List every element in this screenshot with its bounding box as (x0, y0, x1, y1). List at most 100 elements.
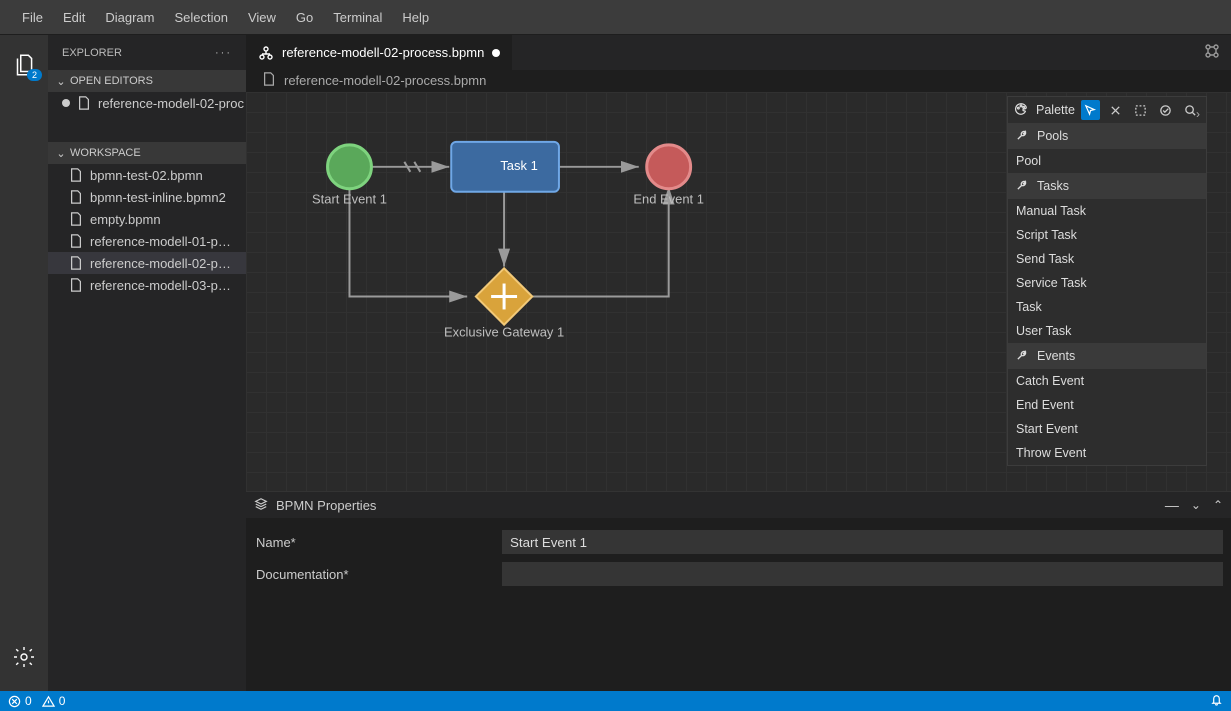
palette-item[interactable]: Throw Event (1008, 441, 1206, 465)
end-event-label: End Event 1 (633, 192, 704, 207)
menu-view[interactable]: View (238, 0, 286, 34)
open-editors-header[interactable]: ⌄ OPEN EDITORS (48, 70, 246, 92)
wrench-icon (1016, 178, 1029, 194)
sidebar: EXPLORER ··· ⌄ OPEN EDITORS reference-mo… (48, 35, 246, 691)
palette-item[interactable]: User Task (1008, 319, 1206, 343)
file-icon (68, 211, 84, 227)
task-label: Task 1 (500, 158, 537, 173)
dirty-indicator-icon (492, 49, 500, 57)
status-warnings[interactable]: 0 (42, 694, 66, 708)
tabs-row: reference-modell-02-process.bpmn (246, 35, 1231, 70)
breadcrumbs[interactable]: reference-modell-02-process.bpmn (246, 70, 1231, 92)
toolbar-icon[interactable] (1203, 42, 1221, 63)
palette-group-header[interactable]: Tasks (1008, 173, 1206, 199)
start-event-node[interactable] (328, 145, 372, 189)
chevron-down-icon[interactable]: ⌄ (1191, 498, 1201, 512)
file-label: bpmn-test-02.bpmn (90, 168, 203, 183)
status-errors[interactable]: 0 (8, 694, 32, 708)
file-label: reference-modell-01-p… (90, 234, 231, 249)
editor-area: reference-modell-02-process.bpmn referen… (246, 35, 1231, 691)
status-bar: 0 0 (0, 691, 1231, 711)
property-label: Name* (254, 535, 494, 550)
file-item[interactable]: bpmn-test-02.bpmn (48, 164, 246, 186)
palette-item[interactable]: Manual Task (1008, 199, 1206, 223)
palette-item[interactable]: Start Event (1008, 417, 1206, 441)
file-icon (262, 72, 276, 89)
file-label: reference-modell-02-p… (90, 256, 231, 271)
menu-selection[interactable]: Selection (164, 0, 237, 34)
diagram-canvas[interactable]: Start Event 1 Task 1 End Event 1 Exclusi… (246, 92, 1231, 491)
palette-group-header[interactable]: Pools (1008, 123, 1206, 149)
dirty-indicator-icon (62, 99, 70, 107)
palette-group-header[interactable]: Events (1008, 343, 1206, 369)
file-icon (68, 167, 84, 183)
palette-item[interactable]: Task (1008, 295, 1206, 319)
sidebar-title: EXPLORER (62, 47, 122, 59)
file-item[interactable]: reference-modell-02-p… (48, 252, 246, 274)
property-label: Documentation* (254, 567, 494, 582)
warning-count: 0 (59, 694, 66, 708)
menu-terminal[interactable]: Terminal (323, 0, 392, 34)
menu-diagram[interactable]: Diagram (95, 0, 164, 34)
palette-item[interactable]: Pool (1008, 149, 1206, 173)
menu-file[interactable]: File (12, 0, 53, 34)
properties-header[interactable]: BPMN Properties — ⌄ ⌃ (246, 492, 1231, 518)
tool-delete[interactable] (1106, 100, 1125, 120)
warning-icon (42, 695, 55, 708)
property-row: Name* (250, 526, 1227, 558)
palette-item[interactable]: End Event (1008, 393, 1206, 417)
menu-edit[interactable]: Edit (53, 0, 95, 34)
minimize-icon[interactable]: — (1165, 497, 1179, 513)
open-editor-item[interactable]: reference-modell-02-proc (48, 92, 246, 114)
tool-select[interactable] (1081, 100, 1100, 120)
palette-title: Palette (1034, 103, 1075, 117)
file-label: empty.bpmn (90, 212, 161, 227)
palette-item[interactable]: Catch Event (1008, 369, 1206, 393)
chevron-down-icon: ⌄ (52, 75, 70, 88)
file-icon (68, 233, 84, 249)
tab-label: reference-modell-02-process.bpmn (282, 45, 484, 60)
menubar: File Edit Diagram Selection View Go Term… (0, 0, 1231, 35)
notification-icon[interactable] (1210, 693, 1223, 709)
palette-group-label: Events (1037, 349, 1075, 363)
tool-marquee[interactable] (1131, 100, 1150, 120)
activity-settings[interactable] (0, 633, 48, 681)
open-editors-label: OPEN EDITORS (70, 75, 153, 87)
tool-validate[interactable] (1156, 100, 1175, 120)
chevron-right-icon[interactable]: › (1196, 107, 1200, 121)
file-item[interactable]: empty.bpmn (48, 208, 246, 230)
activity-bar: 2 (0, 35, 48, 691)
file-label: reference-modell-03-p… (90, 278, 231, 293)
diagram-file-icon (258, 45, 274, 61)
palette-panel: Palette (1007, 96, 1207, 466)
file-icon (68, 189, 84, 205)
palette-item[interactable]: Service Task (1008, 271, 1206, 295)
file-icon (76, 95, 92, 111)
wrench-icon (1016, 128, 1029, 144)
editor-toolbar (1193, 35, 1231, 70)
tab-active[interactable]: reference-modell-02-process.bpmn (246, 35, 513, 70)
menu-go[interactable]: Go (286, 0, 323, 34)
sidebar-header: EXPLORER ··· (48, 35, 246, 70)
explorer-badge: 2 (27, 69, 42, 81)
more-icon[interactable]: ··· (215, 47, 232, 59)
palette-header: Palette (1008, 97, 1206, 123)
workspace-header[interactable]: ⌄ WORKSPACE (48, 142, 246, 164)
palette-item[interactable]: Send Task (1008, 247, 1206, 271)
menu-help[interactable]: Help (392, 0, 439, 34)
activity-explorer[interactable]: 2 (0, 41, 48, 89)
file-item[interactable]: reference-modell-03-p… (48, 274, 246, 296)
wrench-icon (1016, 348, 1029, 364)
end-event-node[interactable] (647, 145, 691, 189)
property-input[interactable] (502, 530, 1223, 554)
palette-group-label: Tasks (1037, 179, 1069, 193)
open-editor-label: reference-modell-02-proc (98, 96, 244, 111)
palette-item[interactable]: Script Task (1008, 223, 1206, 247)
file-label: bpmn-test-inline.bpmn2 (90, 190, 226, 205)
start-event-label: Start Event 1 (312, 192, 387, 207)
file-item[interactable]: reference-modell-01-p… (48, 230, 246, 252)
property-input[interactable] (502, 562, 1223, 586)
chevron-up-icon[interactable]: ⌃ (1213, 498, 1223, 512)
property-row: Documentation* (250, 558, 1227, 590)
file-item[interactable]: bpmn-test-inline.bpmn2 (48, 186, 246, 208)
